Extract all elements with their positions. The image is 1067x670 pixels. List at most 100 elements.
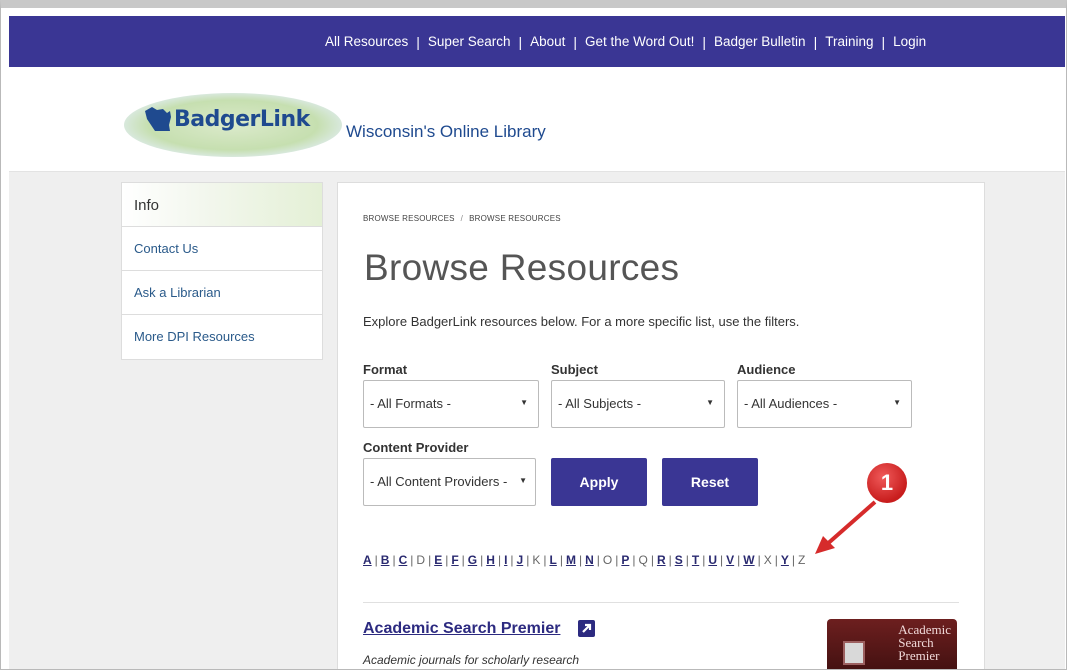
annotation-number-badge: 1 [867, 463, 907, 503]
alphabet-separator: | [632, 553, 636, 567]
audience-select-value: - All Audiences - [744, 396, 838, 411]
alphabet-separator: | [374, 553, 378, 567]
site-tagline: Wisconsin's Online Library [346, 122, 546, 141]
alphabet-letter-c[interactable]: C [399, 553, 408, 567]
alphabet-separator: | [615, 553, 619, 567]
nav-badger-bulletin[interactable]: Badger Bulletin [714, 34, 806, 49]
alphabet-separator: | [757, 553, 761, 567]
page: All Resources | Super Search | About | G… [9, 16, 1065, 669]
alphabet-separator: | [428, 553, 432, 567]
alphabet-letter-l[interactable]: L [549, 553, 556, 567]
top-navigation: All Resources | Super Search | About | G… [9, 16, 1065, 67]
alphabet-separator: | [526, 553, 530, 567]
alphabet-letter-f[interactable]: F [451, 553, 458, 567]
divider [363, 602, 959, 603]
alphabet-letter-u[interactable]: U [708, 553, 717, 567]
alphabet-separator: | [685, 553, 689, 567]
alphabet-letter-r[interactable]: R [657, 553, 666, 567]
breadcrumb-separator: / [460, 214, 464, 223]
sidebar-item-contact-us[interactable]: Contact Us [122, 227, 322, 271]
browser-frame: All Resources | Super Search | About | G… [0, 0, 1067, 670]
page-title: Browse Resources [364, 247, 680, 288]
nav-get-the-word-out[interactable]: Get the Word Out! [585, 34, 694, 49]
nav-separator: | [881, 33, 886, 50]
alphabet-separator: | [461, 553, 465, 567]
resource-thumbnail[interactable]: Academic Search Premier [827, 619, 957, 669]
alphabet-separator: | [720, 553, 724, 567]
thumbnail-caption: Academic Search Premier [898, 623, 951, 662]
nav-separator: | [573, 33, 578, 50]
sidebar-item-ask-a-librarian[interactable]: Ask a Librarian [122, 271, 322, 315]
dropdown-caret-icon: ▼ [519, 476, 527, 485]
format-select[interactable]: - All Formats - ▼ [363, 380, 539, 428]
alphabet-separator: | [578, 553, 583, 567]
alphabet-separator: | [497, 553, 502, 567]
alphabet-letter-q: Q [638, 553, 648, 567]
alphabet-separator: | [480, 553, 484, 567]
audience-select[interactable]: - All Audiences - ▼ [737, 380, 912, 428]
sidebar-item-more-dpi-resources[interactable]: More DPI Resources [122, 315, 322, 359]
alphabet-separator: | [737, 553, 741, 567]
alphabet-letter-d: D [416, 553, 426, 567]
alphabet-separator: | [702, 553, 706, 567]
subject-label: Subject [551, 362, 598, 377]
alphabet-letter-t[interactable]: T [692, 553, 699, 567]
content-provider-select-value: - All Content Providers - [370, 474, 508, 489]
alphabet-letter-i[interactable]: I [504, 553, 507, 567]
content-provider-select[interactable]: - All Content Providers - ▼ [363, 458, 536, 506]
nav-super-search[interactable]: Super Search [428, 34, 511, 49]
alphabet-letter-h[interactable]: H [486, 553, 495, 567]
alphabet-separator: | [510, 553, 514, 567]
nav-all-resources[interactable]: All Resources [325, 34, 408, 49]
alphabet-separator: | [410, 553, 414, 567]
audience-label: Audience [737, 362, 796, 377]
external-link-icon[interactable] [578, 620, 595, 637]
alphabet-filter: A | B | C | D | E | F | G | H | I | J | K | L | M | N | O | P | Q | R | S | T |… [363, 553, 805, 567]
nav-about[interactable]: About [530, 34, 565, 49]
alphabet-letter-g[interactable]: G [468, 553, 477, 567]
resource-title-link[interactable]: Academic Search Premier [363, 620, 560, 638]
alphabet-letter-x: X [763, 553, 772, 567]
alphabet-letter-j[interactable]: J [517, 553, 524, 567]
nav-separator: | [702, 33, 706, 50]
reset-button[interactable]: Reset [662, 458, 758, 506]
alphabet-letter-p[interactable]: P [621, 553, 629, 567]
dropdown-caret-icon: ▼ [706, 398, 714, 407]
alphabet-separator: | [596, 553, 600, 567]
nav-separator: | [518, 33, 523, 50]
alphabet-separator: | [543, 553, 547, 567]
wisconsin-state-icon [145, 107, 171, 131]
logo-text[interactable]: BadgerLink [174, 107, 310, 132]
nav-training[interactable]: Training [825, 34, 873, 49]
alphabet-separator: | [559, 553, 563, 567]
alphabet-letter-s[interactable]: S [675, 553, 683, 567]
alphabet-letter-v[interactable]: V [726, 553, 734, 567]
alphabet-letter-e[interactable]: E [434, 553, 442, 567]
alphabet-letter-y[interactable]: Y [781, 553, 789, 567]
breadcrumb-item-current: BROWSE RESOURCES [469, 214, 561, 223]
alphabet-separator: | [791, 553, 796, 567]
alphabet-separator: | [650, 553, 654, 567]
breadcrumb-item[interactable]: BROWSE RESOURCES [363, 214, 455, 223]
alphabet-letter-o: O [602, 553, 613, 567]
dropdown-caret-icon: ▼ [520, 398, 528, 407]
nav-separator: | [813, 33, 818, 50]
subject-select[interactable]: - All Subjects - ▼ [551, 380, 725, 428]
subject-select-value: - All Subjects - [558, 396, 642, 411]
alphabet-letter-z: Z [798, 553, 806, 567]
format-select-value: - All Formats - [370, 396, 451, 411]
thumbnail-line: Premier [898, 648, 940, 663]
info-sidebar: Info Contact Us Ask a Librarian More DPI… [121, 182, 323, 360]
alphabet-letter-k: K [532, 553, 541, 567]
alphabet-separator: | [774, 553, 778, 567]
alphabet-letter-a[interactable]: A [363, 553, 372, 567]
site-header: BadgerLink Wisconsin's Online Library [9, 67, 1065, 172]
alphabet-letter-w[interactable]: W [743, 553, 754, 567]
dropdown-caret-icon: ▼ [893, 398, 901, 407]
alphabet-letter-n[interactable]: N [585, 553, 594, 567]
alphabet-letter-m[interactable]: M [566, 553, 576, 567]
resource-description: Academic journals for scholarly research [363, 653, 580, 667]
alphabet-letter-b[interactable]: B [381, 553, 390, 567]
apply-button[interactable]: Apply [551, 458, 647, 506]
nav-login[interactable]: Login [893, 34, 926, 49]
